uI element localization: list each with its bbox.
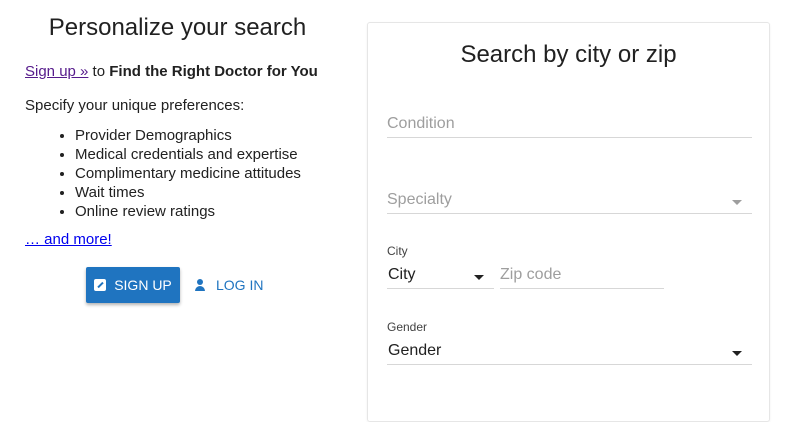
search-title: Search by city or zip bbox=[460, 41, 677, 68]
list-item: Online review ratings bbox=[75, 202, 301, 221]
chevron-down-icon bbox=[474, 275, 484, 280]
log-in-button[interactable]: LOG IN bbox=[190, 267, 267, 303]
zip-code-input[interactable] bbox=[500, 266, 664, 284]
gender-value: Gender bbox=[388, 342, 442, 359]
condition-input[interactable] bbox=[387, 115, 752, 133]
log-in-label: LOG IN bbox=[216, 277, 264, 293]
gender-label: Gender bbox=[387, 320, 428, 334]
condition-field bbox=[387, 115, 752, 138]
signup-tagline: Find the Right Doctor for You bbox=[109, 63, 318, 80]
preferences-intro: Specify your unique preferences: bbox=[25, 97, 245, 114]
signup-link[interactable]: Sign up » bbox=[25, 63, 88, 80]
chevron-down-icon bbox=[732, 200, 742, 205]
list-item: Complimentary medicine attitudes bbox=[75, 164, 301, 183]
city-select[interactable]: City bbox=[387, 266, 494, 289]
sign-up-button[interactable]: SIGN UP bbox=[86, 267, 180, 303]
sign-up-label: SIGN UP bbox=[114, 277, 172, 293]
specialty-placeholder: Specialty bbox=[387, 191, 452, 208]
and-more-link[interactable]: … and more! bbox=[25, 231, 112, 248]
zip-field bbox=[500, 266, 664, 289]
signup-promo: Sign up » to Find the Right Doctor for Y… bbox=[25, 63, 318, 80]
person-icon bbox=[194, 279, 206, 291]
list-item: Provider Demographics bbox=[75, 126, 301, 145]
city-label: City bbox=[387, 244, 408, 258]
edit-icon bbox=[94, 279, 107, 291]
list-item: Medical credentials and expertise bbox=[75, 145, 301, 164]
personalize-heading: Personalize your search bbox=[48, 14, 307, 41]
gender-select[interactable]: Gender bbox=[387, 342, 752, 365]
search-panel: Search by city or zip Specialty City Cit… bbox=[367, 22, 770, 422]
city-value: City bbox=[388, 266, 416, 283]
list-item: Wait times bbox=[75, 183, 301, 202]
chevron-down-icon bbox=[732, 351, 742, 356]
signup-connector: to bbox=[88, 63, 110, 80]
specialty-select[interactable]: Specialty bbox=[387, 191, 752, 214]
preferences-list: Provider Demographics Medical credential… bbox=[25, 126, 301, 221]
